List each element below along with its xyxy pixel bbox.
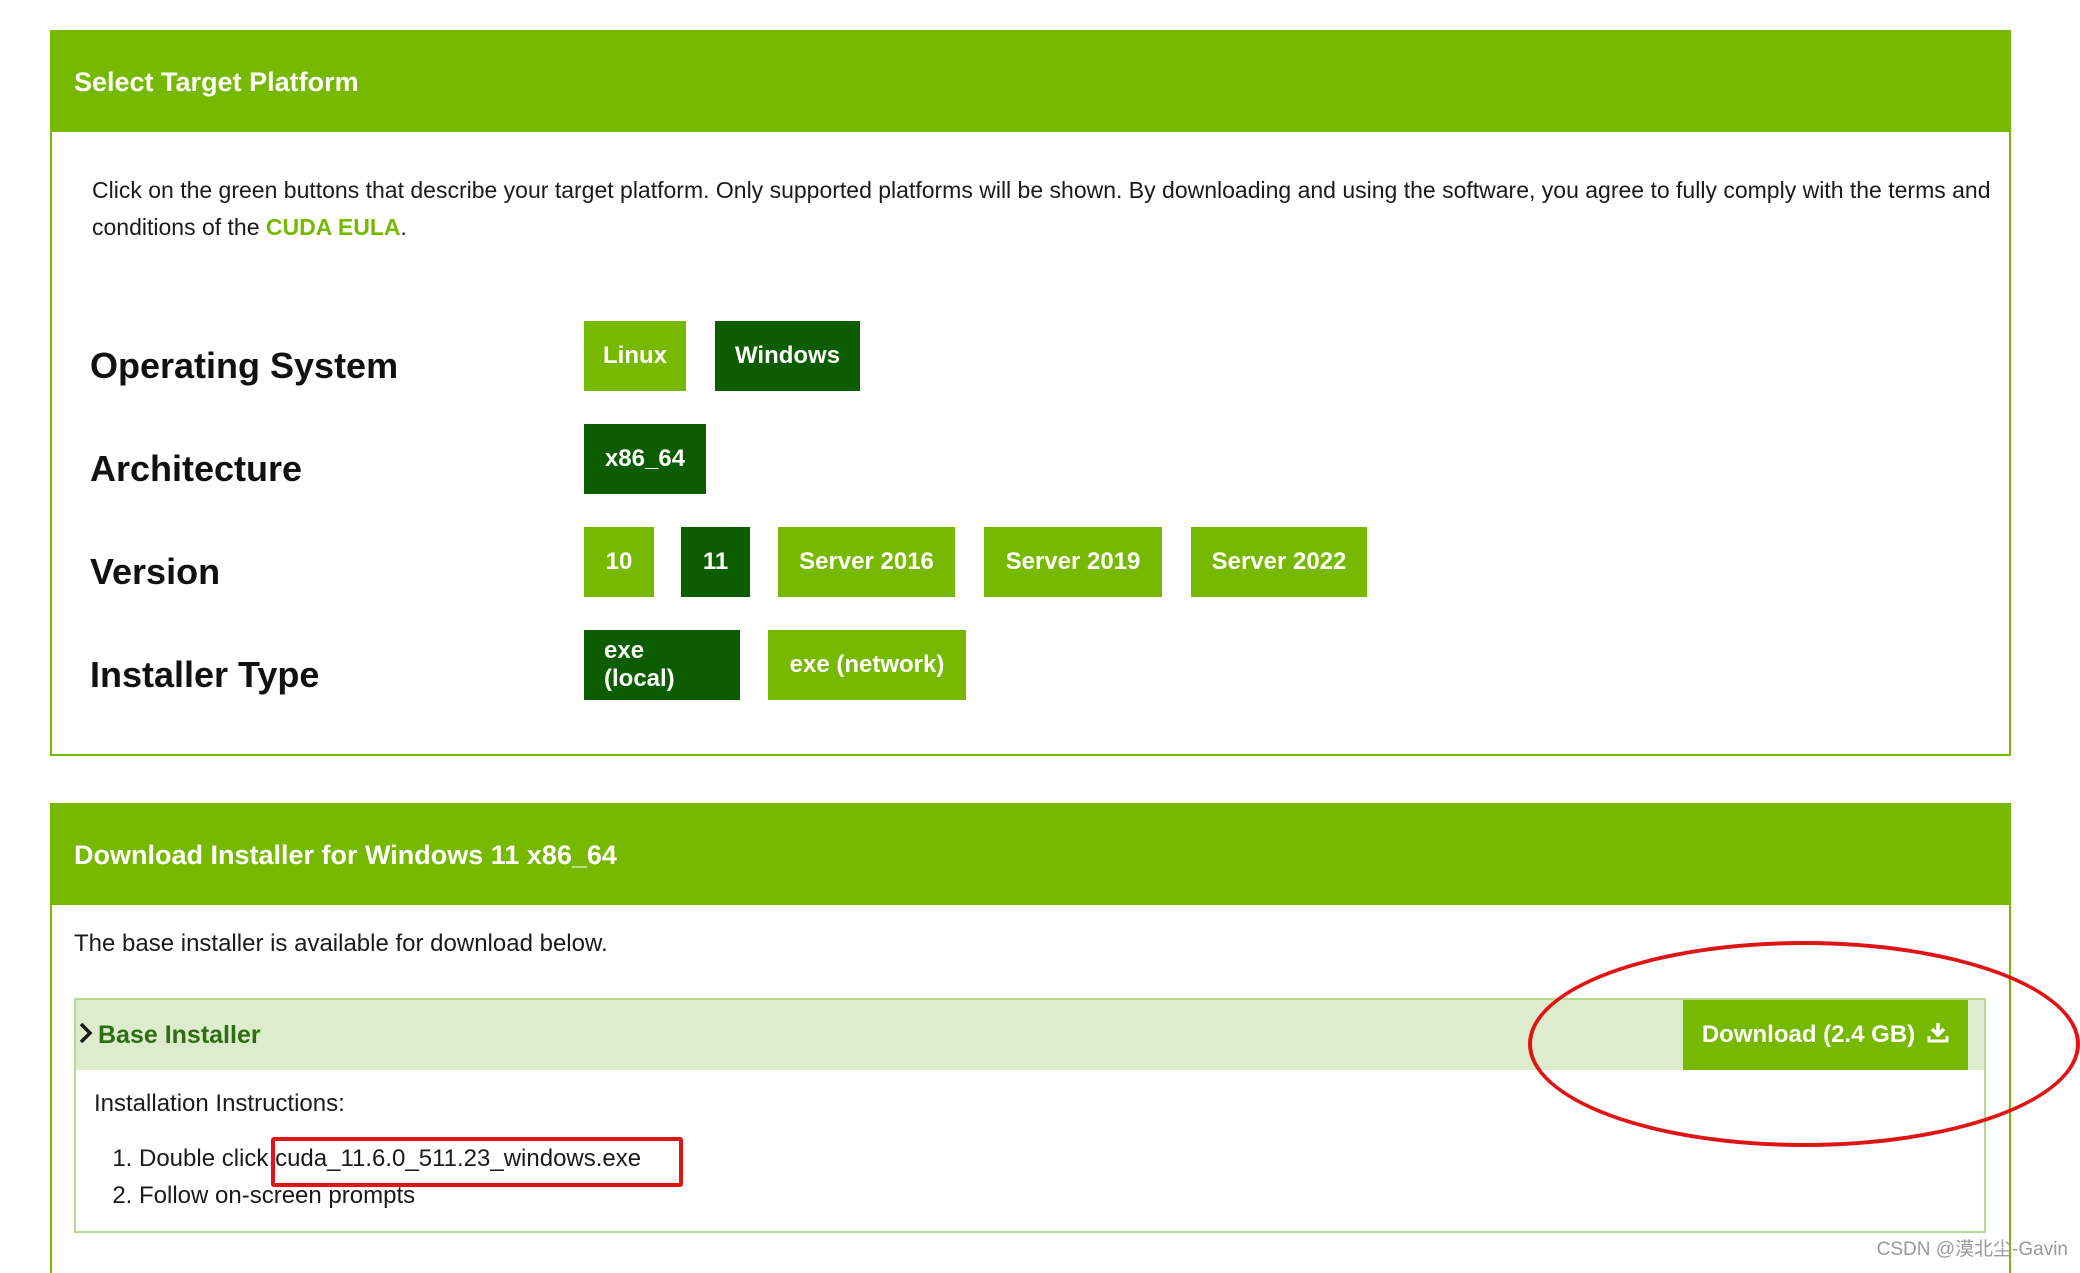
download-panel-title: Download Installer for Windows 11 x86_64	[74, 839, 617, 870]
version-option-server-2016[interactable]: Server 2016	[778, 527, 955, 597]
download-installer-panel: Download Installer for Windows 11 x86_64…	[50, 803, 2011, 1273]
intro-end: .	[400, 214, 407, 240]
os-option-windows[interactable]: Windows	[715, 321, 860, 391]
download-icon	[1927, 1021, 1949, 1050]
os-row-label: Operating System	[90, 345, 399, 386]
platform-panel-title: Select Target Platform	[74, 66, 359, 97]
installer-option-exe-network[interactable]: exe (network)	[768, 630, 966, 700]
version-row-label: Version	[90, 551, 221, 592]
filename-highlight-box	[271, 1137, 683, 1187]
platform-panel-header: Select Target Platform	[52, 32, 2009, 132]
arch-row-label: Architecture	[90, 448, 303, 489]
download-panel-header: Download Installer for Windows 11 x86_64	[52, 805, 2009, 905]
version-option-10[interactable]: 10	[584, 527, 654, 597]
os-option-linux[interactable]: Linux	[584, 321, 686, 391]
step1-prefix: Double click	[139, 1145, 276, 1172]
instructions-label: Installation Instructions:	[94, 1090, 345, 1117]
arch-option-x86-64[interactable]: x86_64	[584, 424, 706, 494]
select-target-platform-panel: Select Target Platform Click on the gree…	[50, 30, 2011, 756]
base-installer-box: Base Installer Download (2.4 GB) Install…	[74, 998, 1986, 1233]
platform-intro-text: Click on the green buttons that describe…	[92, 172, 1992, 246]
download-button-label: Download (2.4 GB)	[1701, 1021, 1916, 1048]
installer-option-exe-local[interactable]: exe (local)	[584, 630, 740, 700]
download-description: The base installer is available for down…	[74, 930, 608, 957]
base-installer-title: Base Installer	[98, 1020, 261, 1049]
version-option-server-2019[interactable]: Server 2019	[984, 527, 1162, 597]
installer-type-row-label: Installer Type	[90, 654, 320, 695]
base-installer-header[interactable]: Base Installer Download (2.4 GB)	[76, 1000, 1984, 1070]
version-option-server-2022[interactable]: Server 2022	[1191, 527, 1367, 597]
download-button[interactable]: Download (2.4 GB)	[1683, 1000, 1968, 1070]
csdn-watermark: CSDN @漠北尘-Gavin	[1876, 1239, 2068, 1260]
cuda-eula-link[interactable]: CUDA EULA	[266, 214, 401, 240]
version-option-11[interactable]: 11	[681, 527, 750, 597]
chevron-right-icon[interactable]	[78, 1019, 94, 1051]
